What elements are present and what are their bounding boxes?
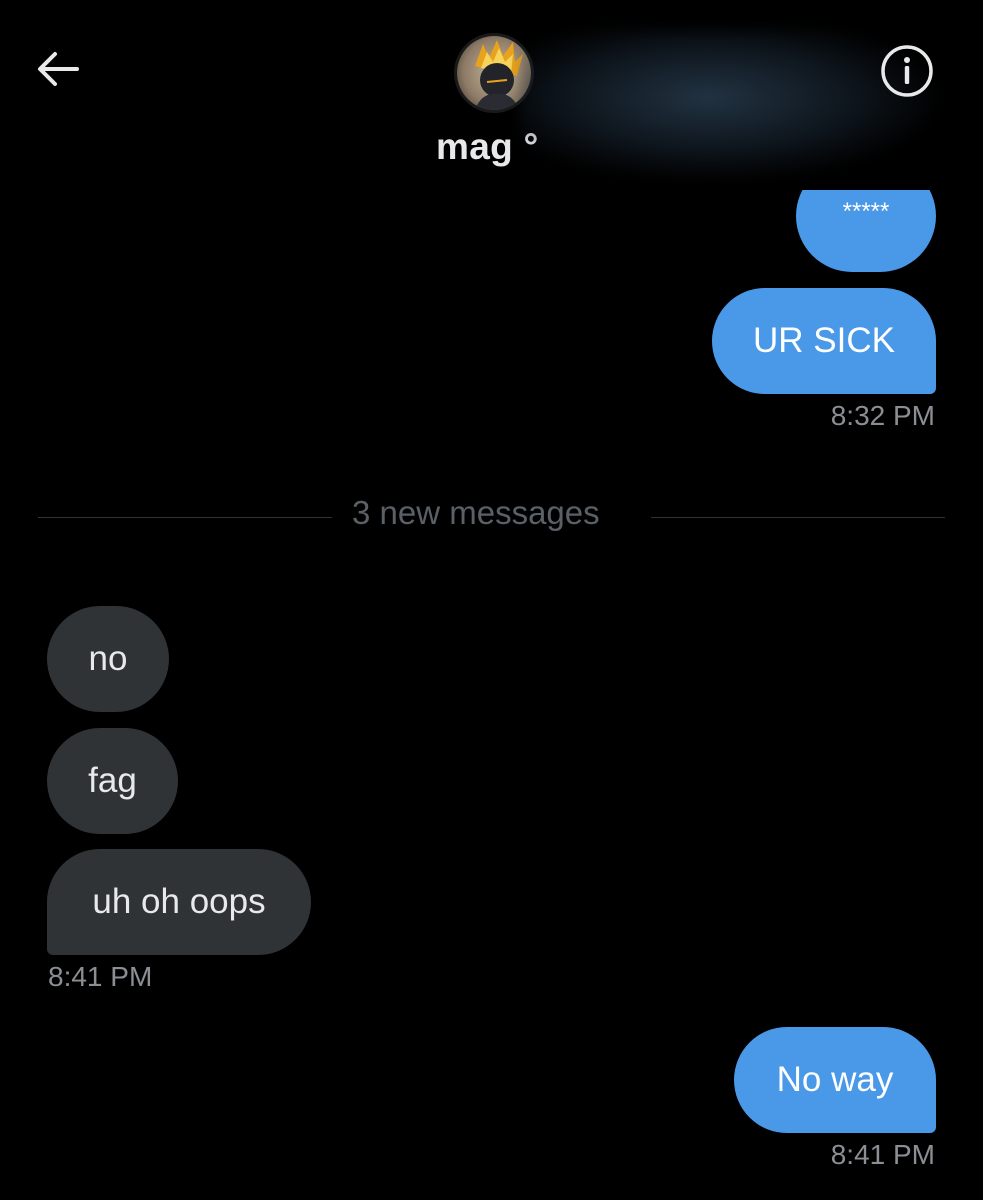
message-bubble-received[interactable]: fag (47, 728, 178, 834)
info-circle-icon (881, 45, 933, 97)
message-bubble-received[interactable]: no (47, 606, 169, 712)
message-bubble-sent[interactable]: No way (734, 1027, 936, 1133)
divider-line-left (38, 517, 332, 518)
arrow-left-icon (38, 52, 79, 86)
message-text: fag (88, 761, 137, 800)
new-messages-divider: 3 new messages (352, 494, 600, 531)
message-bubble-sent[interactable]: UR SICK (712, 288, 936, 394)
conversation-header: mag ° (0, 0, 983, 190)
back-button[interactable] (30, 44, 86, 94)
message-text: ***** (842, 198, 890, 225)
redaction-blur (520, 30, 940, 180)
message-text: UR SICK (753, 321, 895, 360)
message-text: uh oh oops (92, 882, 266, 921)
message-timestamp: 8:32 PM (830, 400, 935, 431)
message-bubble-received[interactable]: uh oh oops (47, 849, 311, 955)
message-text: No way (776, 1060, 894, 1099)
contact-avatar[interactable] (454, 33, 534, 113)
message-timestamp: 8:41 PM (48, 961, 153, 992)
contact-name[interactable]: mag ° (436, 126, 539, 170)
conversation-info-button[interactable] (878, 42, 936, 100)
message-timestamp: 8:41 PM (830, 1139, 935, 1170)
avatar-image (457, 36, 531, 110)
message-text: no (88, 639, 128, 678)
divider-line-right (651, 517, 945, 518)
